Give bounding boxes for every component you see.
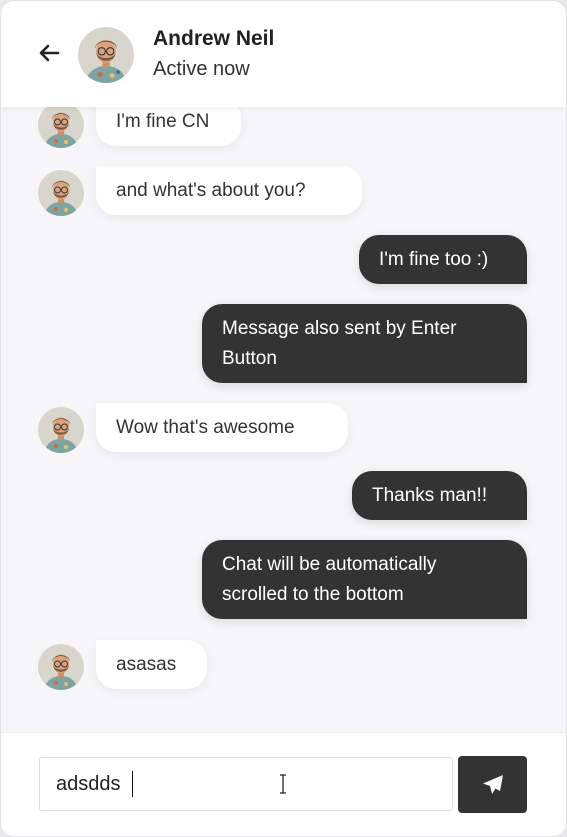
outgoing-message: I'm fine too :)	[359, 235, 527, 284]
avatar	[38, 170, 84, 216]
chat-header: Andrew Neil Active now	[1, 1, 566, 107]
incoming-message: asasas	[96, 640, 207, 689]
text-cursor-icon	[280, 774, 286, 794]
send-button[interactable]	[458, 756, 527, 813]
chat-window: Andrew Neil Active now I'm fine CN and w…	[0, 0, 567, 837]
back-button[interactable]	[35, 39, 63, 67]
outgoing-message: Chat will be automatically scrolled to t…	[202, 540, 527, 619]
avatar	[38, 644, 84, 690]
contact-status: Active now	[153, 58, 250, 80]
incoming-message: and what's about you?	[96, 166, 362, 215]
paper-plane-icon	[482, 774, 503, 794]
message-input[interactable]	[39, 757, 453, 811]
avatar	[78, 27, 134, 83]
avatar	[38, 407, 84, 453]
arrow-left-icon	[39, 44, 60, 62]
message-composer	[1, 732, 566, 836]
text-caret	[132, 771, 133, 797]
outgoing-message: Thanks man!!	[352, 471, 527, 520]
contact-name: Andrew Neil	[153, 27, 275, 50]
avatar	[38, 102, 84, 148]
outgoing-message: Message also sent by Enter Button	[202, 304, 527, 383]
incoming-message: Wow that's awesome	[96, 403, 348, 452]
chat-box[interactable]: I'm fine CN and what's about you? I'm fi…	[1, 97, 566, 732]
